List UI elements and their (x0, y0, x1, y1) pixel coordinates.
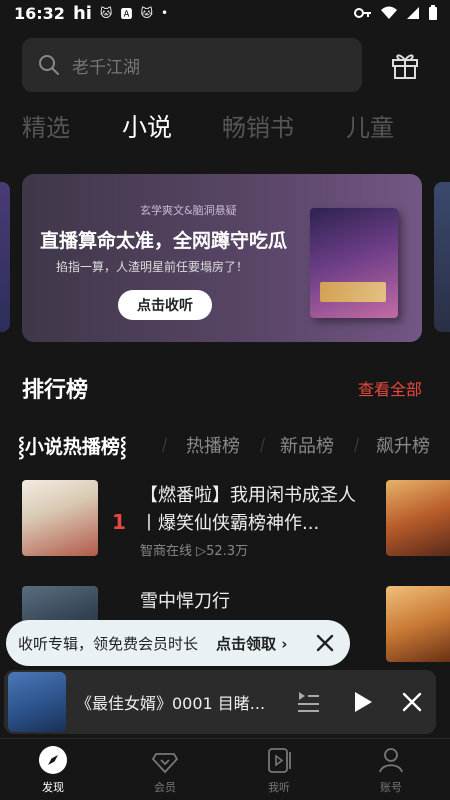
playlist-icon[interactable] (294, 688, 322, 716)
side-book-cover[interactable] (386, 586, 450, 662)
ranking-subtabs: ⸾小说热播榜⸾ 热播榜 新品榜 飙升榜 (0, 428, 450, 460)
user-icon (379, 748, 403, 773)
battery-icon (429, 5, 437, 20)
nav-label: 账号 (380, 781, 402, 794)
nav-label: 会员 (154, 781, 176, 794)
status-bar: 16:32 hi 🐱 🅰 🐱 • (0, 0, 450, 26)
toast-message: 收听专辑，领免费会员时长 (18, 634, 199, 653)
wifi-icon (381, 6, 397, 19)
gift-icon[interactable] (388, 48, 422, 82)
nav-discover[interactable]: 发现 (18, 745, 88, 800)
divider (260, 438, 265, 452)
cat-icon: 🐱 (99, 6, 113, 20)
nav-vip[interactable]: 会员 (130, 745, 200, 800)
divider (162, 438, 167, 452)
tab-ertong[interactable]: 儿童 (346, 108, 394, 143)
player-cover[interactable] (8, 672, 66, 732)
nav-label: 发现 (42, 781, 64, 794)
status-time: 16:32 (14, 3, 65, 23)
toast-claim-link[interactable]: 点击领取 › (216, 633, 287, 654)
see-all-link[interactable]: 查看全部 (358, 376, 422, 400)
banner-book-cover (310, 208, 398, 318)
dot-icon: • (160, 6, 169, 20)
subtab-novel-hot[interactable]: ⸾小说热播榜⸾ (18, 432, 127, 459)
player-title: 《最佳女婿》0001 目睹... (76, 694, 266, 713)
book-title: 【燃番啦】我用闲书成圣人丨爆笑仙侠霸榜神作... (140, 485, 356, 534)
search-icon (39, 55, 59, 75)
banner-tagline: 玄学爽文&脑洞悬疑 (140, 204, 237, 217)
ranking-title: 排行榜 (22, 378, 89, 403)
signal-icon (407, 7, 419, 19)
subtab-new[interactable]: 新品榜 (280, 432, 334, 458)
cat-icon: 🐱 (140, 6, 153, 20)
nav-account[interactable]: 账号 (356, 745, 426, 800)
diamond-icon (151, 753, 179, 774)
key-icon (354, 8, 371, 18)
banner-prev-peek[interactable] (0, 182, 10, 332)
close-icon[interactable] (314, 632, 336, 654)
side-book-cover[interactable] (386, 480, 450, 556)
banner-headline: 直播算命太准，全网蹲守吃瓜 (40, 230, 288, 252)
tab-jingxuan[interactable]: 精选 (22, 108, 70, 143)
subtab-hot[interactable]: 热播榜 (186, 432, 240, 458)
play-icon[interactable] (348, 688, 376, 716)
nav-label: 我听 (268, 781, 290, 794)
a-icon: 🅰 (120, 6, 133, 21)
app-badge: hi (72, 2, 92, 24)
search-placeholder: 老千江湖 (72, 57, 140, 78)
banner-next-peek[interactable] (434, 182, 450, 332)
compass-icon (39, 746, 67, 774)
promo-banner[interactable]: 玄学爽文&脑洞悬疑 直播算命太准，全网蹲守吃瓜 掐指一算，人渣明星前任要塌房了！… (22, 174, 422, 342)
listen-button[interactable]: 点击收听 (118, 290, 212, 320)
tab-xiaoshuo[interactable]: 小说 (122, 108, 172, 144)
nav-mylisten[interactable]: 我听 (244, 745, 314, 800)
mini-player[interactable]: 《最佳女婿》0001 目睹... (4, 670, 436, 734)
subtab-rising[interactable]: 飙升榜 (376, 432, 430, 458)
banner-subtitle: 掐指一算，人渣明星前任要塌房了！ (56, 260, 249, 274)
bottom-nav: 发现 会员 我听 账号 (0, 738, 450, 800)
book-meta: 智商在线 ▷52.3万 (140, 544, 249, 559)
rank-number: 1 (112, 510, 126, 534)
player-book-icon (268, 748, 291, 773)
list-item[interactable]: 1 【燃番啦】我用闲书成圣人丨爆笑仙侠霸榜神作... 智商在线 ▷52.3万 (0, 478, 450, 568)
book-cover (22, 480, 98, 556)
divider (354, 438, 359, 452)
tab-changxiaoshu[interactable]: 畅销书 (222, 108, 294, 143)
promo-toast[interactable]: 收听专辑，领免费会员时长 点击领取 › (6, 620, 350, 666)
book-title: 雪中悍刀行 (140, 591, 230, 612)
search-bar[interactable]: 老千江湖 (22, 38, 362, 92)
category-tabs: 精选 小说 畅销书 儿童 (0, 100, 450, 146)
close-icon[interactable] (400, 690, 424, 714)
